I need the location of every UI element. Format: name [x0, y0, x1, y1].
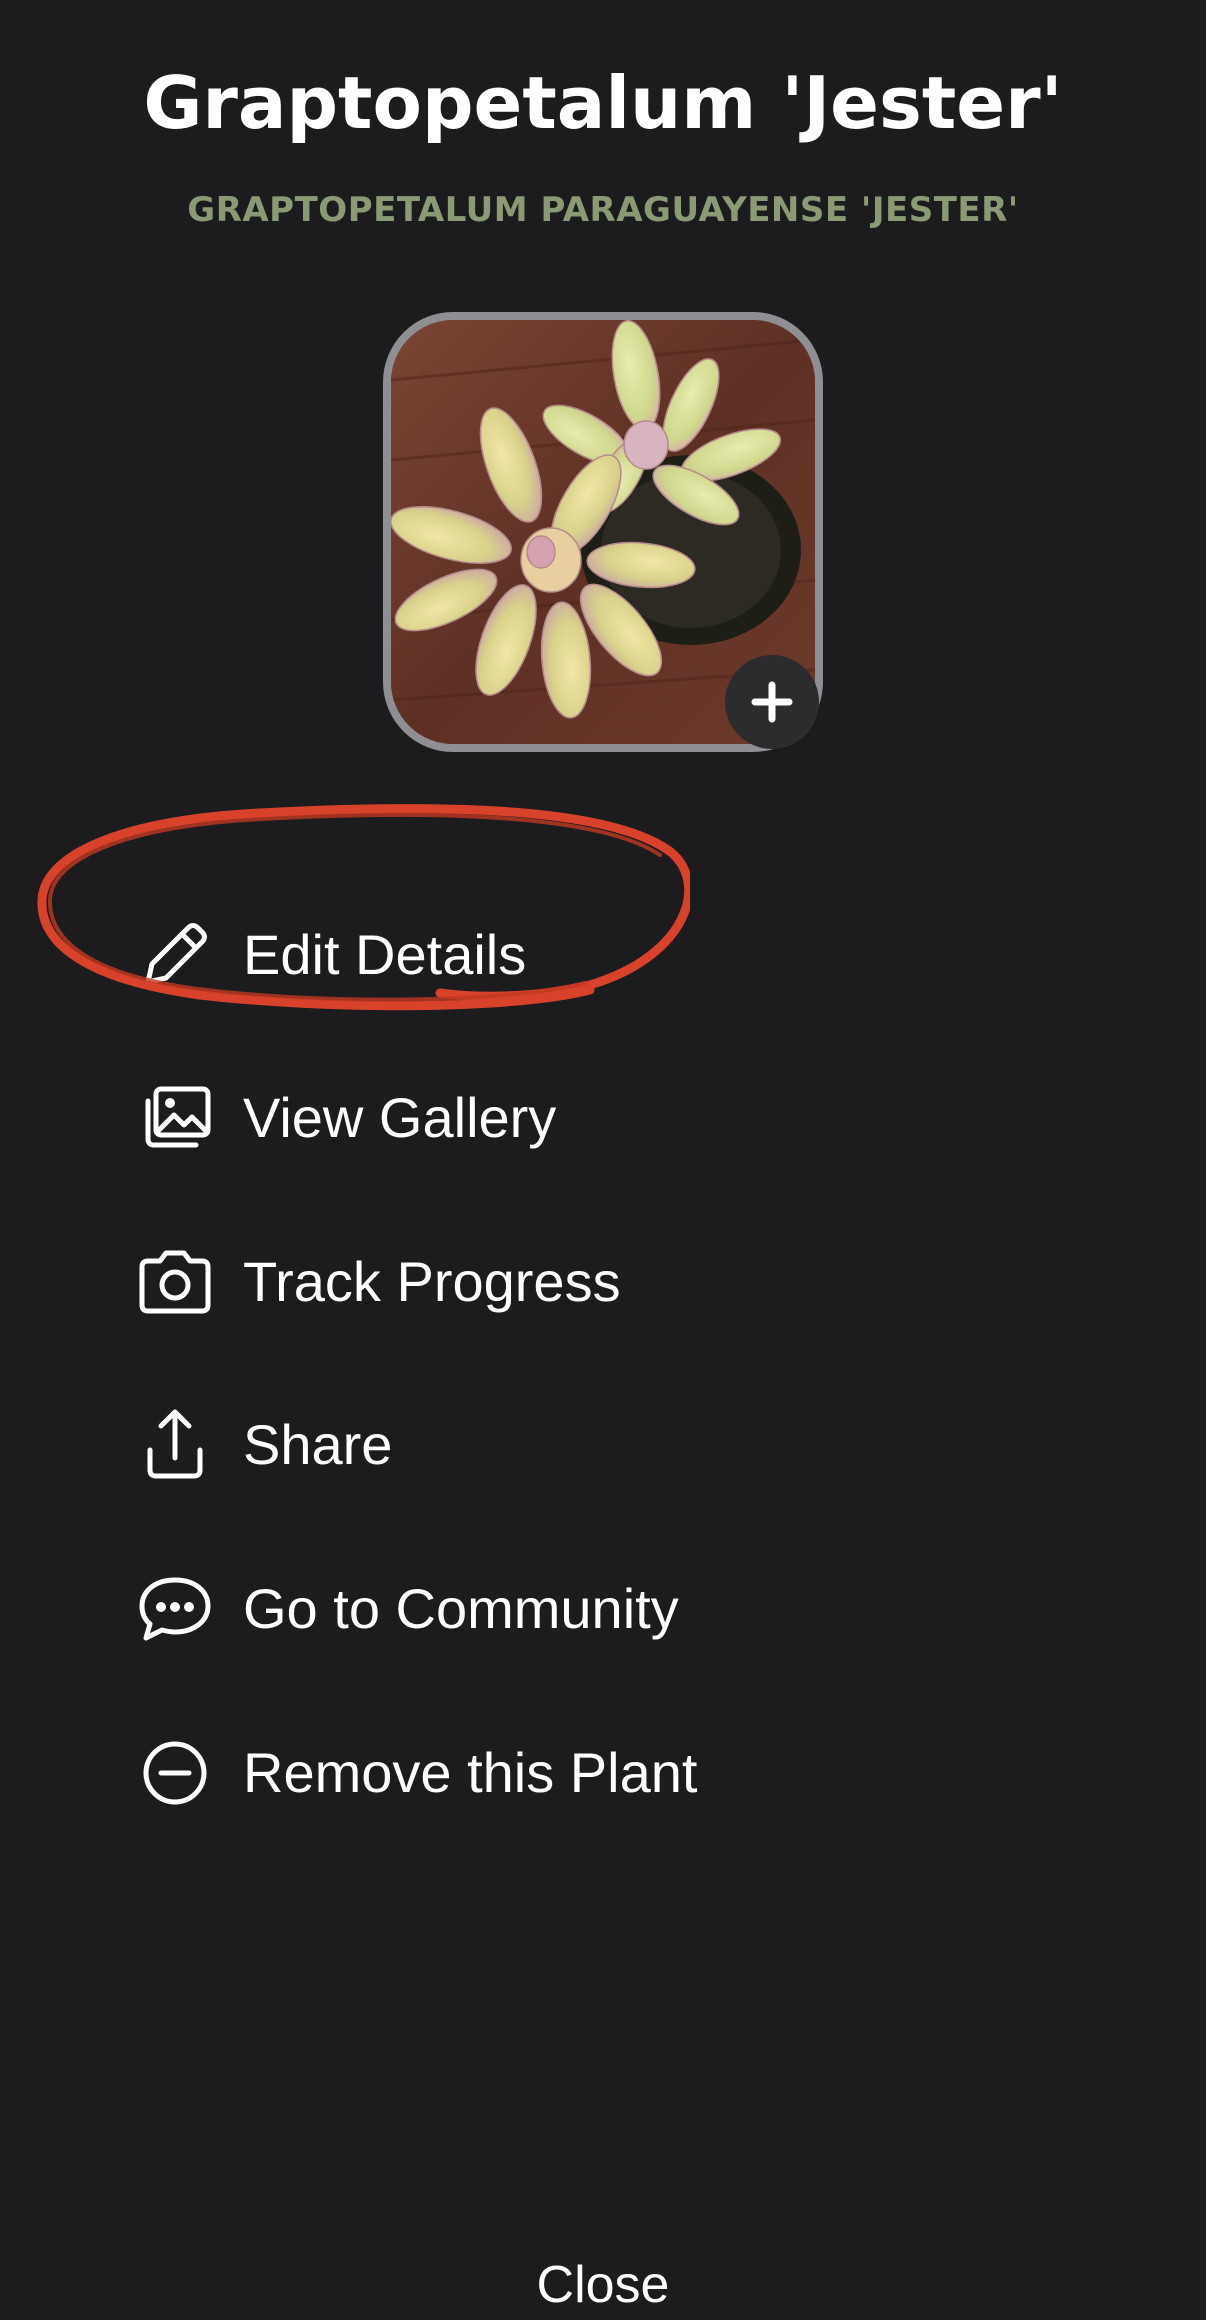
share-label: Share: [243, 1413, 393, 1476]
go-to-community-label: Go to Community: [243, 1577, 679, 1640]
share-icon: [130, 1400, 220, 1490]
close-button[interactable]: Close: [0, 2250, 1206, 2320]
camera-icon: [130, 1237, 220, 1327]
remove-plant-item[interactable]: Remove this Plant: [130, 1718, 930, 1828]
chat-icon: [130, 1564, 220, 1654]
gallery-icon: [130, 1073, 220, 1163]
edit-details-item[interactable]: Edit Details: [130, 900, 930, 1010]
edit-details-label: Edit Details: [243, 923, 527, 986]
pencil-icon: [130, 910, 220, 1000]
plus-icon: [751, 681, 793, 723]
view-gallery-label: View Gallery: [243, 1086, 557, 1149]
minus-circle-icon: [130, 1728, 220, 1818]
remove-plant-label: Remove this Plant: [243, 1741, 698, 1804]
scientific-name: GRAPTOPETALUM PARAGUAYENSE 'JESTER': [187, 190, 1019, 230]
track-progress-label: Track Progress: [243, 1250, 621, 1313]
add-photo-button[interactable]: [725, 655, 819, 749]
view-gallery-item[interactable]: View Gallery: [130, 1063, 930, 1173]
go-to-community-item[interactable]: Go to Community: [130, 1554, 930, 1664]
share-item[interactable]: Share: [130, 1390, 930, 1500]
track-progress-item[interactable]: Track Progress: [130, 1227, 930, 1337]
page-title: Graptopetalum 'Jester': [143, 61, 1063, 145]
